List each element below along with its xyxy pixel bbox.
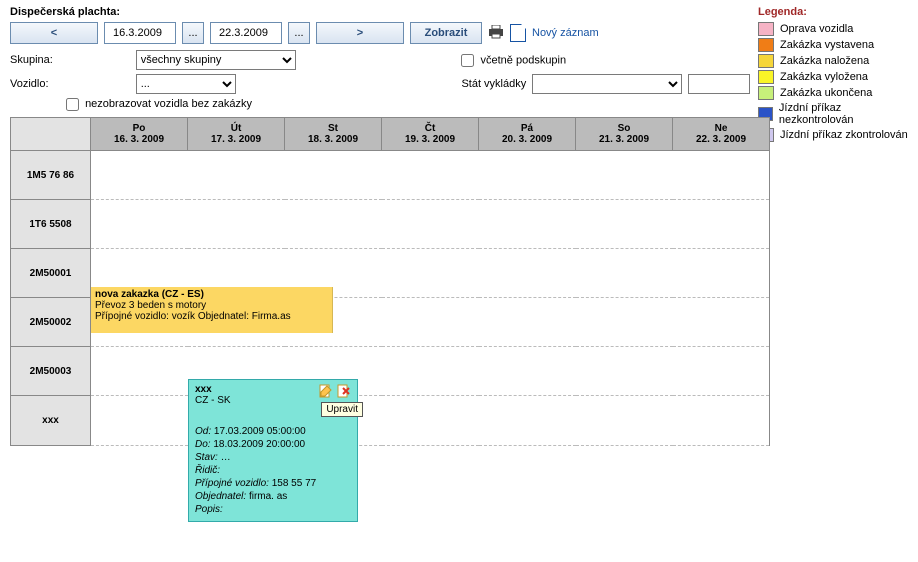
unload-state-select[interactable]	[532, 74, 682, 94]
header-day: Po16. 3. 2009	[91, 118, 188, 151]
new-record-link[interactable]: Nový záznam	[532, 27, 599, 39]
prev-week-button[interactable]: <	[10, 22, 98, 44]
legend-label: Zakázka naložena	[780, 55, 869, 67]
legend-swatch	[758, 38, 774, 52]
legend-title: Legenda:	[758, 6, 908, 18]
header-day: Ne22. 3. 2009	[673, 118, 770, 151]
header-day: St18. 3. 2009	[285, 118, 382, 151]
date-from[interactable]: 16.3.2009	[104, 22, 176, 44]
header-corner	[11, 118, 91, 151]
popup-subtitle: CZ - SK	[195, 395, 231, 406]
group-label: Skupina:	[10, 54, 128, 66]
order-card-line: Převoz 3 beden s motory	[95, 300, 328, 311]
header-day: Čt19. 3. 2009	[382, 118, 479, 151]
print-icon[interactable]	[488, 25, 504, 42]
header-day: Pá20. 3. 2009	[479, 118, 576, 151]
show-button[interactable]: Zobrazit	[410, 22, 482, 44]
date-to[interactable]: 22.3.2009	[210, 22, 282, 44]
legend-swatch	[758, 54, 774, 68]
vehicle-select[interactable]: ...	[136, 74, 236, 94]
legend-label: Zakázka vystavena	[780, 39, 874, 51]
edit-tooltip: Upravit	[321, 402, 363, 417]
date-to-picker[interactable]: ...	[288, 22, 310, 44]
header-day: So21. 3. 2009	[576, 118, 673, 151]
order-card-line: Přípojné vozidlo: vozík Objednatel: Firm…	[95, 311, 328, 322]
hide-empty-checkbox[interactable]	[66, 98, 79, 111]
popup-title: xxx	[195, 384, 231, 395]
legend-swatch	[758, 86, 774, 100]
legend-label: Zakázka vyložena	[780, 71, 868, 83]
row-vehicle: 2M50002	[11, 298, 91, 347]
group-select[interactable]: všechny skupiny	[136, 50, 296, 70]
row-vehicle: 2M50003	[11, 347, 91, 396]
include-subgroups-checkbox[interactable]	[461, 54, 474, 67]
order-popup[interactable]: xxx CZ - SK Upravit Od: 17.03.2009 05:00…	[188, 379, 358, 522]
edit-icon[interactable]	[319, 384, 333, 401]
hide-empty-label[interactable]: nezobrazovat vozidla bez zakázky	[66, 98, 252, 110]
date-from-picker[interactable]: ...	[182, 22, 204, 44]
row-vehicle: 1T6 5508	[11, 200, 91, 249]
row-vehicle: 2M50001	[11, 249, 91, 298]
header-day: Út17. 3. 2009	[188, 118, 285, 151]
order-card-title: nova zakazka (CZ - ES)	[95, 289, 328, 300]
delete-icon[interactable]	[337, 384, 351, 401]
vehicle-label: Vozidlo:	[10, 78, 128, 90]
legend-swatch	[758, 22, 774, 36]
schedule: Po16. 3. 2009 Út17. 3. 2009 St18. 3. 200…	[10, 117, 908, 446]
legend-swatch	[758, 70, 774, 84]
next-week-button[interactable]: >	[316, 22, 404, 44]
row-vehicle: xxx	[11, 396, 91, 446]
legend-label: Oprava vozidla	[780, 23, 853, 35]
unload-state-label: Stát vykládky	[461, 78, 526, 90]
unload-state-text[interactable]	[688, 74, 750, 94]
legend-label: Zakázka ukončena	[780, 87, 872, 99]
order-card[interactable]: nova zakazka (CZ - ES) Převoz 3 beden s …	[91, 287, 333, 333]
row-vehicle: 1M5 76 86	[11, 151, 91, 200]
new-document-icon[interactable]	[510, 24, 526, 42]
